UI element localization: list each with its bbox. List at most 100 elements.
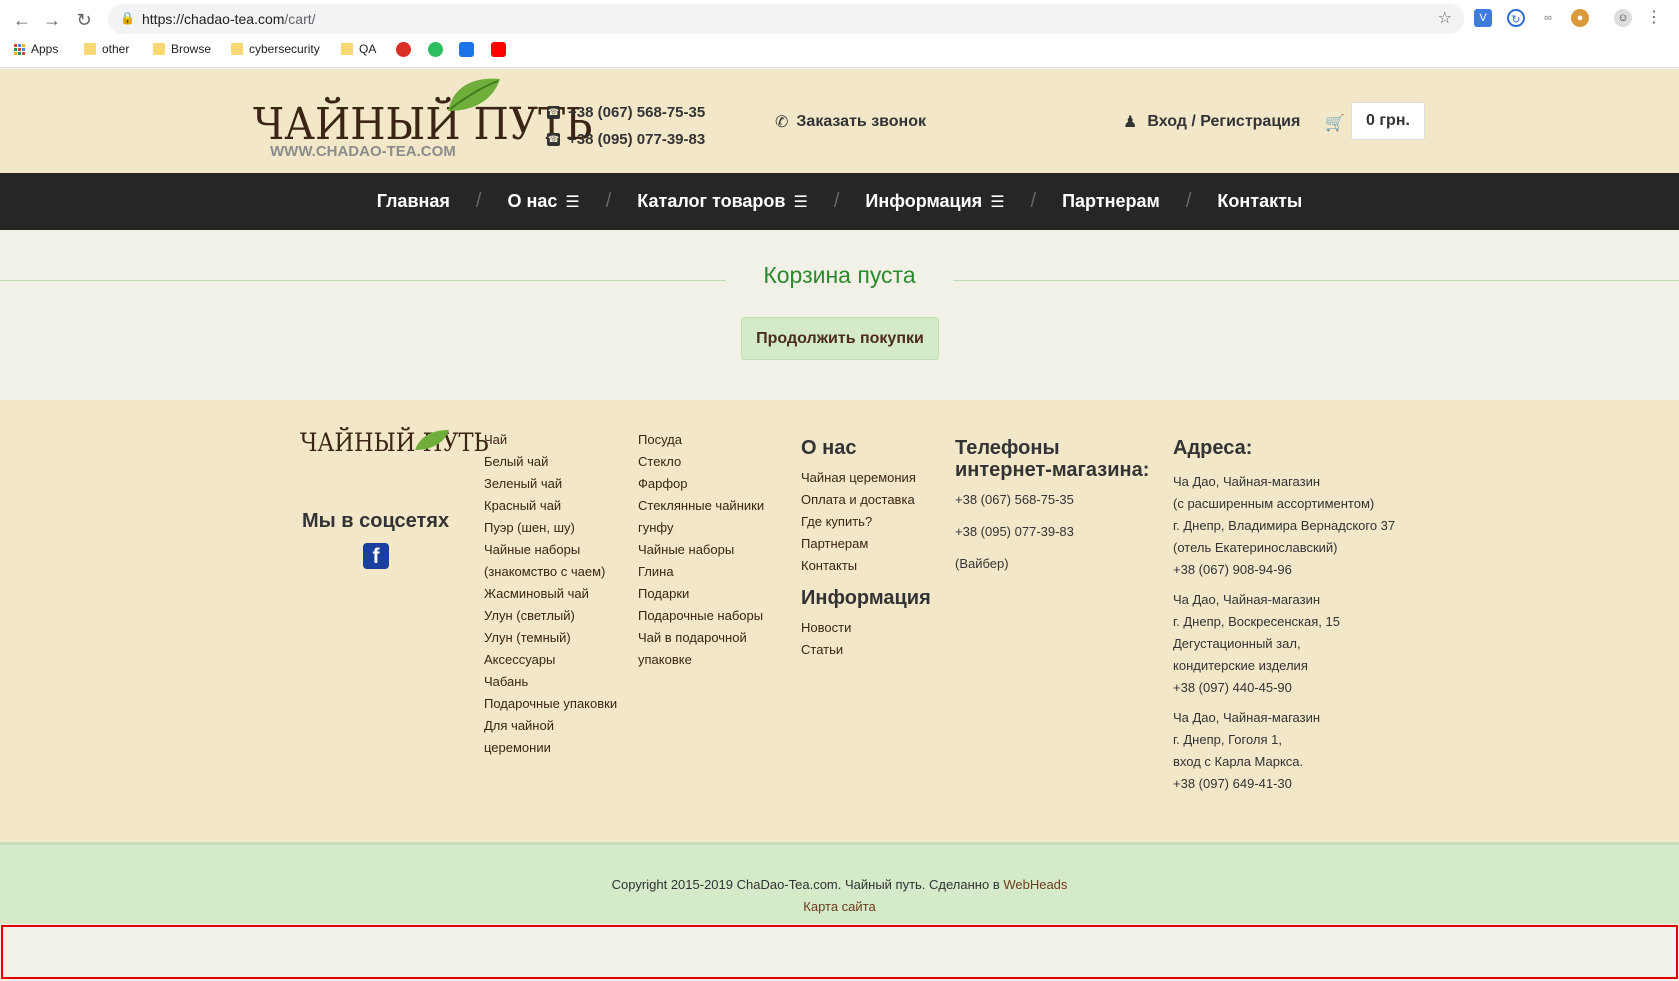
login-register-link[interactable]: ♟ Вход / Регистрация <box>1123 112 1300 132</box>
footer-link[interactable]: Жасминовый чай <box>484 583 617 605</box>
bookmark-youtube[interactable] <box>491 42 506 57</box>
footer-about-title: О нас <box>801 437 857 459</box>
footer-link[interactable]: Фарфор <box>638 473 764 495</box>
person-icon: ♟ <box>1123 114 1138 131</box>
footer-link[interactable]: Зеленый чай <box>484 473 617 495</box>
footer-link[interactable]: Пуэр (шен, шу) <box>484 517 617 539</box>
bookmark-star-icon[interactable]: ☆ <box>1438 8 1452 28</box>
footer-link[interactable]: гунфу <box>638 517 764 539</box>
footer-link[interactable]: Подарки <box>638 583 764 605</box>
footer-link[interactable]: Чайные наборы <box>484 539 617 561</box>
phone-2[interactable]: +38 (095) 077-39-83 <box>568 131 705 148</box>
bookmark-evernote[interactable] <box>428 42 443 57</box>
phone-icon: ☎ <box>547 133 560 146</box>
leaf-icon <box>448 78 500 111</box>
webheads-link[interactable]: WebHeads <box>1003 877 1067 892</box>
footer-link[interactable]: Стекло <box>638 451 764 473</box>
facebook-icon[interactable]: f <box>363 543 389 569</box>
footer-link[interactable]: Статьи <box>801 639 931 661</box>
address-phone[interactable]: +38 (067) 908-94-96 <box>1173 559 1395 581</box>
extension-v-icon[interactable]: V <box>1474 9 1492 27</box>
address-phone[interactable]: +38 (097) 440-45-90 <box>1173 677 1395 699</box>
footer-phones-column: Телефоны интернет-магазина: +38 (067) 56… <box>955 437 1149 575</box>
footer-link[interactable]: Стеклянные чайники <box>638 495 764 517</box>
footer-about-column: О нас Чайная церемония Оплата и доставка… <box>801 437 931 661</box>
footer-link[interactable]: (знакомство с чаем) <box>484 561 617 583</box>
address-bar[interactable]: 🔒 https://chadao-tea.com/cart/ ☆ <box>108 4 1464 34</box>
bookmark-cybersecurity[interactable]: cybersecurity <box>231 42 320 56</box>
footer-link[interactable]: Чай в подарочной <box>638 627 764 649</box>
footer-link[interactable]: Новости <box>801 617 931 639</box>
address-line: г. Днепр, Владимира Вернадского 37 <box>1173 518 1396 533</box>
social-title: Мы в соцсетях <box>302 510 450 532</box>
callback-link[interactable]: ✆ Заказать звонок <box>775 112 926 132</box>
bookmark-other[interactable]: other <box>84 42 129 56</box>
nav-catalog[interactable]: Каталог товаров ☰ <box>611 191 834 212</box>
footer-link[interactable]: Чайные наборы <box>638 539 764 561</box>
bookmark-arrow[interactable] <box>459 42 474 57</box>
footer-link[interactable]: Красный чай <box>484 495 617 517</box>
nav-contacts[interactable]: Контакты <box>1191 191 1328 212</box>
bookmark-browse[interactable]: Browse <box>153 42 211 56</box>
nav-about[interactable]: О нас ☰ <box>481 191 605 212</box>
folder-icon <box>84 43 96 55</box>
footer-link[interactable]: Посуда <box>638 429 764 451</box>
continue-shopping-button[interactable]: Продолжить покупки <box>741 317 939 360</box>
nav-info[interactable]: Информация ☰ <box>839 191 1030 212</box>
footer-link[interactable]: Где купить? <box>801 511 931 533</box>
header-phones: ☎ +38 (067) 568-75-35 ☎ +38 (095) 077-39-8… <box>547 99 705 153</box>
extension-glasses-icon[interactable]: ∞ <box>1539 9 1557 27</box>
bookmark-tomato[interactable] <box>396 42 411 57</box>
footer-link[interactable]: Улун (темный) <box>484 627 617 649</box>
footer-link[interactable]: Глина <box>638 561 764 583</box>
bookmark-apps[interactable]: Apps <box>14 42 58 56</box>
footer-info-title: Информация <box>801 587 931 609</box>
cookie-icon[interactable]: ● <box>1571 9 1589 27</box>
footer-link[interactable]: Чайная церемония <box>801 467 931 489</box>
bookmarks-bar: Apps other Browse cybersecurity QA <box>0 38 1679 62</box>
footer-link[interactable]: Оплата и доставка <box>801 489 931 511</box>
nav-home[interactable]: Главная <box>351 191 476 212</box>
youtube-icon <box>491 42 506 57</box>
sitemap-link[interactable]: Карта сайта <box>0 899 1679 914</box>
footer-link[interactable]: Чабань <box>484 671 617 693</box>
back-icon[interactable]: ← <box>10 8 34 32</box>
cart-total-button[interactable]: 0 грн. <box>1351 102 1425 140</box>
cart-icon[interactable]: 🛒 <box>1325 113 1345 133</box>
footer-link[interactable]: Улун (светлый) <box>484 605 617 627</box>
highlighted-region <box>1 925 1678 979</box>
footer-link[interactable]: Для чайной <box>484 715 617 737</box>
footer-link[interactable]: Подарочные наборы <box>638 605 764 627</box>
browser-toolbar: ← → ↻ 🔒 https://chadao-tea.com/cart/ ☆ V… <box>0 0 1679 68</box>
address-line: кондитерские изделия <box>1173 658 1308 673</box>
address-phone[interactable]: +38 (097) 649-41-30 <box>1173 773 1395 795</box>
footer-link[interactable]: церемонии <box>484 737 617 759</box>
phone-1[interactable]: +38 (067) 568-75-35 <box>568 104 705 121</box>
footer-link[interactable]: Белый чай <box>484 451 617 473</box>
nav-partners[interactable]: Партнерам <box>1036 191 1186 212</box>
footer-link[interactable]: Партнерам <box>801 533 931 555</box>
site-header: ЧАЙНЫЙ ПУТЬ WWW.CHADAO-TEA.COM ☎ +38 (067… <box>0 69 1679 173</box>
address-line: Ча Дао, Чайная-магазин <box>1173 592 1321 607</box>
profile-avatar-icon[interactable]: ☺ <box>1614 9 1632 27</box>
address-line: г. Днепр, Воскресенская, 15 <box>1173 614 1340 629</box>
footer-link[interactable]: упаковке <box>638 649 764 671</box>
reload-icon[interactable]: ↻ <box>72 8 96 32</box>
menu-dots-icon[interactable]: ⋮ <box>1645 9 1663 27</box>
footer-phone-1[interactable]: +38 (067) 568-75-35 <box>955 489 1149 511</box>
cart-section: Корзина пуста Продолжить покупки <box>0 230 1679 400</box>
footer-link[interactable]: Контакты <box>801 555 931 577</box>
phone-icon: ☎ <box>547 106 560 119</box>
folder-icon <box>231 43 243 55</box>
footer-phone-2[interactable]: +38 (095) 077-39-83 <box>955 521 1149 543</box>
footer-link[interactable]: Подарочные упаковки <box>484 693 617 715</box>
footer-logo[interactable]: ЧАЙНЫЙ ПУТЬ <box>300 428 489 457</box>
forward-icon[interactable]: → <box>40 8 64 32</box>
apps-grid-icon <box>14 43 25 55</box>
footer-link[interactable]: Чай <box>484 429 617 451</box>
bookmark-qa[interactable]: QA <box>341 42 376 56</box>
tomato-icon <box>396 42 411 57</box>
copyright-text: Copyright 2015-2019 ChaDao-Tea.com. Чайн… <box>611 877 1068 892</box>
footer-link[interactable]: Аксессуары <box>484 649 617 671</box>
extension-sync-icon[interactable]: ↻ <box>1507 9 1525 27</box>
